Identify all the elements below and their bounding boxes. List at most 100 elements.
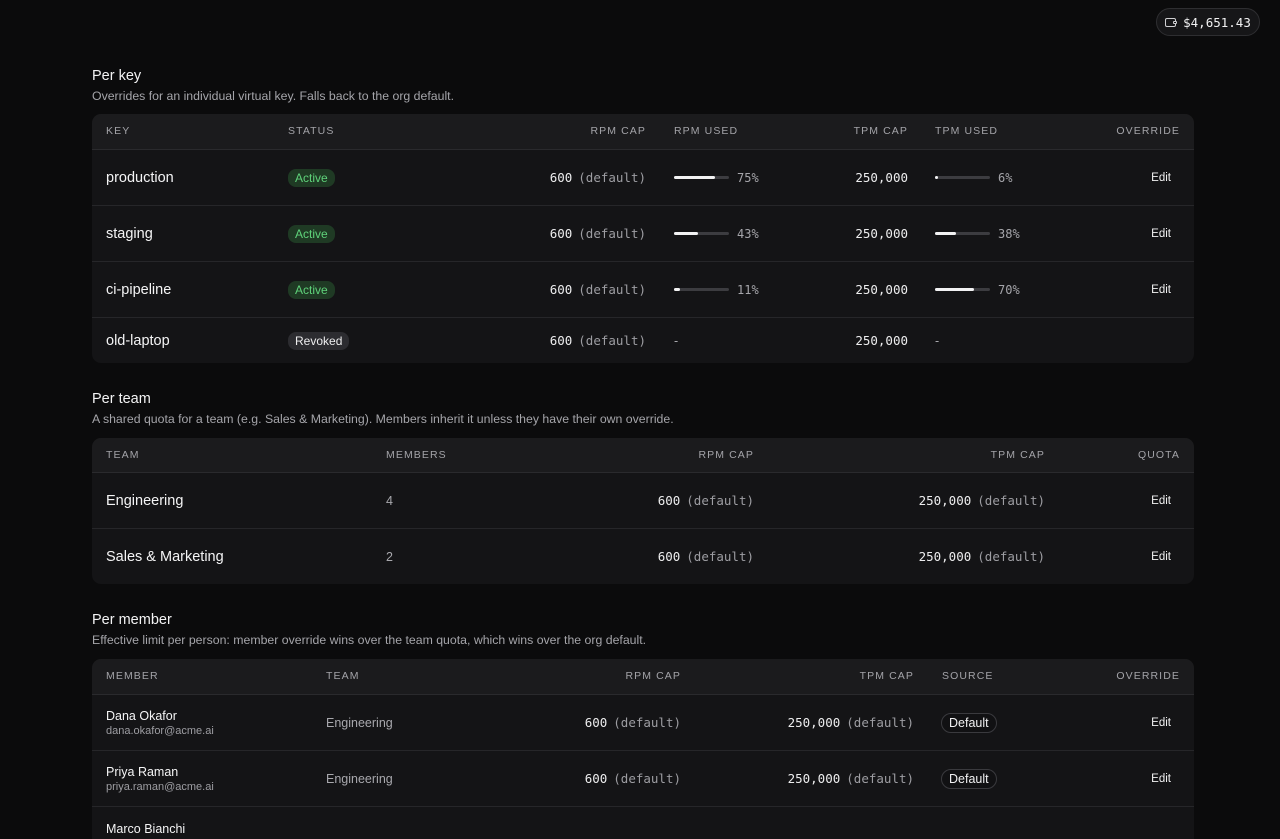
source-cell: Default <box>941 751 997 806</box>
member-cell: Priya Raman priya.raman@acme.ai <box>106 751 214 806</box>
rpm-used-cell: 75% <box>674 150 759 205</box>
tpm-cap-value: 250,000 <box>918 493 972 508</box>
tpm-cap-value: 250,000 <box>918 549 972 564</box>
rpm-cap-note: (default) <box>578 333 646 348</box>
per-key-title: Per key <box>92 68 142 84</box>
col-source: SOURCE <box>942 670 994 682</box>
tpm-usage-bar <box>935 176 990 179</box>
tpm-used-empty: - <box>935 333 940 348</box>
rpm-cap-cell: 600 (default) <box>550 318 646 363</box>
per-member-table: MEMBER TEAM RPM CAP TPM CAP SOURCE OVERR… <box>92 659 1194 839</box>
rpm-usage-fill <box>674 176 716 179</box>
tpm-cap-note: (default) <box>846 715 914 730</box>
wallet-icon <box>1165 17 1178 27</box>
table-row: Priya Raman priya.raman@acme.ai Engineer… <box>92 751 1194 807</box>
rpm-cap-note: (default) <box>613 715 681 730</box>
member-email: priya.raman@acme.ai <box>106 780 214 793</box>
tpm-usage-bar <box>935 288 990 291</box>
tpm-cap-value: 250,000 <box>855 282 908 297</box>
col-override: OVERRIDE <box>1116 670 1180 682</box>
col-quota: QUOTA <box>1137 449 1180 461</box>
col-tpm-cap: TPM CAP <box>859 670 914 682</box>
team-name: Sales & Marketing <box>106 548 224 565</box>
rpm-used-cell: 11% <box>674 262 759 317</box>
member-team: Engineering <box>326 771 393 786</box>
tpm-cap-note: (default) <box>977 549 1045 564</box>
rpm-cap-value: 600 <box>657 493 681 508</box>
tpm-usage-fill <box>935 288 974 291</box>
tpm-cap-note: (default) <box>846 771 914 786</box>
rpm-cap-value: 600 <box>584 715 608 730</box>
tpm-cap-value: 250,000 <box>787 715 841 730</box>
member-cell: Dana Okafor dana.okafor@acme.ai <box>106 695 214 750</box>
rpm-cap-cell: 600 (default) <box>585 695 681 750</box>
member-name: Marco Bianchi <box>106 822 186 836</box>
table-row: Dana Okafor dana.okafor@acme.ai Engineer… <box>92 695 1194 751</box>
col-team: TEAM <box>326 670 360 682</box>
edit-button[interactable]: Edit <box>1151 206 1171 261</box>
tpm-cap-cell: 250,000 (default) <box>919 473 1045 528</box>
per-team-title: Per team <box>92 391 151 407</box>
edit-button[interactable]: Edit <box>1151 695 1171 750</box>
tpm-usage-bar <box>935 232 990 235</box>
rpm-cap-note: (default) <box>578 170 646 185</box>
table-row: Sales & Marketing 2 600 (default) 250,000… <box>92 529 1194 584</box>
tpm-cap-value: 250,000 <box>855 333 908 348</box>
table-row: Engineering 4 600 (default) 250,000 (defau… <box>92 473 1194 529</box>
col-override: OVERRIDE <box>1116 125 1180 137</box>
rpm-cap-cell: 600 (default) <box>550 262 646 317</box>
rpm-cap-value: 600 <box>549 282 573 297</box>
status-badge: Active <box>288 224 335 243</box>
col-member: MEMBER <box>106 670 159 682</box>
per-team-header: TEAM MEMBERS RPM CAP TPM CAP QUOTA <box>92 438 1194 473</box>
col-rpm-cap: RPM CAP <box>625 670 681 682</box>
team-members-count: 2 <box>386 549 393 564</box>
col-team: TEAM <box>106 449 140 461</box>
col-tpm-used: TPM USED <box>935 125 999 137</box>
edit-button[interactable]: Edit <box>1151 262 1171 317</box>
key-name: production <box>106 169 174 186</box>
member-name: Priya Raman <box>106 764 179 779</box>
member-name: Dana Okafor <box>106 708 177 723</box>
table-row: old-laptop Revoked 600 (default) - 250,00… <box>92 318 1194 363</box>
table-row: staging Active 600 (default) 43% 250,000 … <box>92 206 1194 262</box>
rpm-cap-note: (default) <box>613 771 681 786</box>
edit-button[interactable]: Edit <box>1151 473 1171 528</box>
rpm-cap-cell: 600 (default) <box>658 473 754 528</box>
rpm-used-cell: 43% <box>674 206 759 261</box>
tpm-usage-fill <box>935 176 939 179</box>
col-rpm-cap: RPM CAP <box>698 449 754 461</box>
per-key-subtitle: Overrides for an individual virtual key.… <box>92 89 455 103</box>
edit-button[interactable]: Edit <box>1151 529 1171 584</box>
rpm-cap-note: (default) <box>686 493 754 508</box>
edit-button[interactable]: Edit <box>1151 150 1171 205</box>
status-badge: Active <box>288 280 335 299</box>
col-rpm-cap: RPM CAP <box>590 125 646 137</box>
tpm-used-cell: 6% <box>935 150 1012 205</box>
status-cell: Active <box>288 150 335 205</box>
tpm-cap-value: 250,000 <box>787 771 841 786</box>
tpm-used-cell: 70% <box>935 262 1020 317</box>
rpm-usage-fill <box>674 232 698 235</box>
col-tpm-cap: TPM CAP <box>990 449 1045 461</box>
rpm-used-pct: 11% <box>737 282 759 297</box>
balance-amount: $4,651.43 <box>1183 14 1251 30</box>
edit-button[interactable]: Edit <box>1151 751 1171 806</box>
rpm-usage-bar <box>674 232 729 235</box>
col-status: STATUS <box>288 125 335 137</box>
per-member-header: MEMBER TEAM RPM CAP TPM CAP SOURCE OVERR… <box>92 659 1194 695</box>
rpm-used-empty: - <box>674 333 679 348</box>
member-cell: Marco Bianchi <box>106 807 185 839</box>
table-row: production Active 600 (default) 75% 250,0… <box>92 150 1194 206</box>
source-cell: Default <box>941 695 997 750</box>
rpm-used-pct: 75% <box>737 170 759 185</box>
rpm-cap-cell: 600 (default) <box>658 529 754 584</box>
rpm-cap-note: (default) <box>686 549 754 564</box>
rpm-usage-bar <box>674 176 729 179</box>
tpm-used-cell: 38% <box>935 206 1020 261</box>
tpm-cap-note: (default) <box>977 493 1045 508</box>
tpm-cap-cell: 250,000 (default) <box>919 529 1045 584</box>
rpm-cap-value: 600 <box>584 771 608 786</box>
balance-pill[interactable]: $4,651.43 <box>1156 8 1260 36</box>
per-member-subtitle: Effective limit per person: member overr… <box>92 633 647 647</box>
